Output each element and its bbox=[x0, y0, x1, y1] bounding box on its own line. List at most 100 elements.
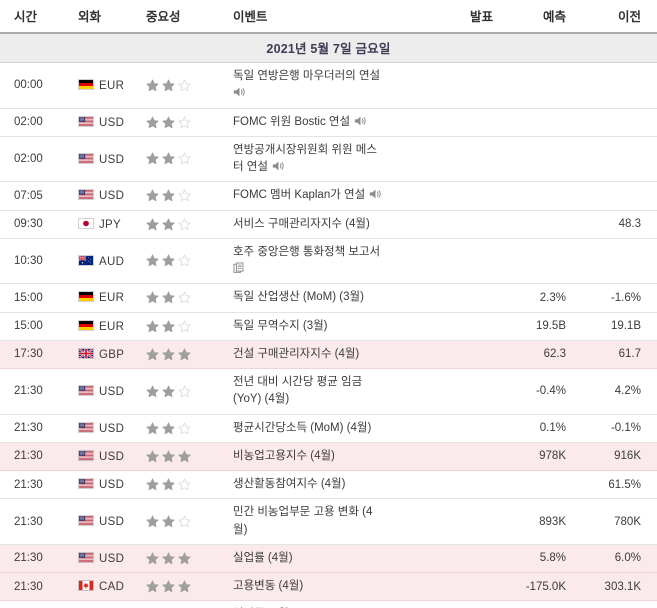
event-cell[interactable]: 독일 무역수지 (3월) bbox=[225, 312, 425, 341]
event-previous-value: 916K bbox=[580, 442, 657, 472]
importance-cell[interactable] bbox=[140, 340, 225, 370]
currency-code: GBP bbox=[99, 348, 125, 361]
speaker-icon[interactable] bbox=[233, 86, 246, 98]
importance-cell[interactable] bbox=[140, 572, 225, 602]
currency-cell: AUD bbox=[70, 238, 140, 285]
event-title-line2: 월) bbox=[233, 523, 248, 536]
star-filled-icon bbox=[162, 580, 175, 593]
column-header-importance[interactable]: 중요성 bbox=[140, 0, 225, 34]
importance-cell[interactable] bbox=[140, 442, 225, 472]
importance-cell[interactable] bbox=[140, 210, 225, 239]
table-row[interactable]: 21:30CAD 실업률 (4월) 7.8%7.5% bbox=[0, 600, 657, 608]
importance-stars bbox=[146, 320, 194, 333]
table-row[interactable]: 00:00 EUR 독일 연방은행 마우더러의 연설 bbox=[0, 62, 657, 109]
column-header-currency[interactable]: 외화 bbox=[70, 0, 140, 34]
event-cell[interactable]: 전년 대비 시간당 평균 임금 (YoY) (4월) bbox=[225, 368, 425, 415]
event-cell[interactable]: 평균시간당소득 (MoM) (4월) bbox=[225, 414, 425, 443]
table-row[interactable]: 21:30 USD 생산활동참여지수 (4월) 61.5% bbox=[0, 470, 657, 500]
event-cell[interactable]: 독일 연방은행 마우더러의 연설 bbox=[225, 62, 425, 109]
importance-cell[interactable] bbox=[140, 600, 225, 608]
table-row[interactable]: 02:00 USD 연방공개시장위원회 위원 메스 터 연설 bbox=[0, 136, 657, 183]
table-row[interactable]: 21:30 USD 실업률 (4월) 5.8% 6.0% bbox=[0, 544, 657, 574]
canada-flag bbox=[78, 580, 94, 592]
event-previous-value: -1.6% bbox=[580, 283, 657, 313]
table-row[interactable]: 07:05 USD FOMC 멤버 Kaplan가 연설 bbox=[0, 181, 657, 211]
star-empty-icon bbox=[178, 116, 191, 129]
event-time: 21:30 bbox=[0, 414, 70, 443]
event-cell[interactable]: 실업률 (4월) bbox=[225, 544, 425, 574]
event-cell[interactable]: 비농업고용지수 (4월) bbox=[225, 442, 425, 472]
table-row[interactable]: 15:00 EUR 독일 무역수지 (3월) 19.5B 19.1B bbox=[0, 312, 657, 341]
event-cell[interactable]: 서비스 구매관리자지수 (4월) bbox=[225, 210, 425, 239]
currency-code: USD bbox=[99, 153, 125, 166]
event-forecast-value bbox=[505, 62, 580, 109]
speaker-icon[interactable] bbox=[369, 188, 382, 200]
currency-cell: USD bbox=[70, 181, 140, 211]
star-filled-icon bbox=[178, 552, 191, 565]
importance-cell[interactable] bbox=[140, 312, 225, 341]
importance-stars bbox=[146, 385, 194, 398]
event-forecast-value: 62.3 bbox=[505, 340, 580, 370]
currency-cell: USD bbox=[70, 544, 140, 574]
table-row[interactable]: 21:30 USD 민간 비농업부문 고용 변화 (4 월) 893K 780K bbox=[0, 498, 657, 545]
speaker-icon[interactable] bbox=[272, 160, 285, 172]
event-title: FOMC 위원 Bostic 연설 bbox=[233, 115, 351, 128]
importance-cell[interactable] bbox=[140, 368, 225, 415]
importance-cell[interactable] bbox=[140, 544, 225, 574]
table-row[interactable]: 09:30 JPY 서비스 구매관리자지수 (4월) 48.3 bbox=[0, 210, 657, 239]
importance-cell[interactable] bbox=[140, 136, 225, 183]
event-actual-value bbox=[425, 62, 505, 109]
usa-flag bbox=[78, 449, 94, 461]
column-header-actual[interactable]: 발표 bbox=[425, 0, 505, 34]
star-filled-icon bbox=[146, 515, 159, 528]
star-empty-icon bbox=[178, 422, 191, 435]
event-cell[interactable]: 고용변동 (4월) bbox=[225, 572, 425, 602]
importance-cell[interactable] bbox=[140, 470, 225, 500]
currency-cell: CAD bbox=[70, 572, 140, 602]
importance-stars bbox=[146, 348, 194, 361]
table-row[interactable]: 21:30 CAD 고용변동 (4월) -175.0K 303.1K bbox=[0, 572, 657, 602]
importance-cell[interactable] bbox=[140, 238, 225, 285]
event-forecast-value: 7.8% bbox=[505, 600, 580, 608]
event-previous-value: 7.5% bbox=[580, 600, 657, 608]
importance-cell[interactable] bbox=[140, 108, 225, 137]
event-cell[interactable]: 연방공개시장위원회 위원 메스 터 연설 bbox=[225, 136, 425, 183]
document-icon[interactable] bbox=[233, 262, 246, 274]
event-cell[interactable]: FOMC 위원 Bostic 연설 bbox=[225, 108, 425, 137]
event-cell[interactable]: 건설 구매관리자지수 (4월) bbox=[225, 340, 425, 370]
column-header-previous[interactable]: 이전 bbox=[580, 0, 657, 34]
column-header-forecast[interactable]: 예측 bbox=[505, 0, 580, 34]
importance-cell[interactable] bbox=[140, 62, 225, 109]
importance-stars bbox=[146, 450, 194, 463]
table-row[interactable]: 02:00 USD FOMC 위원 Bostic 연설 bbox=[0, 108, 657, 137]
event-time: 21:30 bbox=[0, 498, 70, 545]
star-filled-icon bbox=[146, 152, 159, 165]
event-cell[interactable]: 생산활동참여지수 (4월) bbox=[225, 470, 425, 500]
currency-code: AUD bbox=[99, 255, 125, 268]
table-row[interactable]: 10:30 AUD 호주 중앙은행 통화정책 보고서 bbox=[0, 238, 657, 285]
event-cell[interactable]: 민간 비농업부문 고용 변화 (4 월) bbox=[225, 498, 425, 545]
importance-cell[interactable] bbox=[140, 414, 225, 443]
table-row[interactable]: 21:30 USD 평균시간당소득 (MoM) (4월) 0.1% -0.1% bbox=[0, 414, 657, 443]
importance-cell[interactable] bbox=[140, 181, 225, 211]
event-cell[interactable]: 호주 중앙은행 통화정책 보고서 bbox=[225, 238, 425, 285]
speaker-icon[interactable] bbox=[354, 115, 367, 127]
table-row[interactable]: 15:00 EUR 독일 산업생산 (MoM) (3월) 2.3% -1.6% bbox=[0, 283, 657, 313]
table-row[interactable]: 17:30 GBP 건설 구매관리자지수 (4월) 62.3 61.7 bbox=[0, 340, 657, 370]
importance-cell[interactable] bbox=[140, 283, 225, 313]
event-actual-value bbox=[425, 572, 505, 602]
column-header-event[interactable]: 이벤트 bbox=[225, 0, 425, 34]
event-cell[interactable]: FOMC 멤버 Kaplan가 연설 bbox=[225, 181, 425, 211]
column-header-time[interactable]: 시간 bbox=[0, 0, 70, 34]
economic-calendar: 시간 외화 중요성 이벤트 발표 예측 이전 2021년 5월 7일 금요일 0… bbox=[0, 0, 657, 608]
usa-flag bbox=[78, 115, 94, 127]
event-cell[interactable]: 독일 산업생산 (MoM) (3월) bbox=[225, 283, 425, 313]
event-forecast-value bbox=[505, 470, 580, 500]
table-row[interactable]: 21:30 USD 전년 대비 시간당 평균 임금 (YoY) (4월) -0.4% 4.… bbox=[0, 368, 657, 415]
event-cell[interactable]: 실업률 (4월) bbox=[225, 600, 425, 608]
event-time: 15:00 bbox=[0, 312, 70, 341]
table-row[interactable]: 21:30 USD 비농업고용지수 (4월) 978K 916K bbox=[0, 442, 657, 472]
event-forecast-value: 19.5B bbox=[505, 312, 580, 341]
event-forecast-value: -0.4% bbox=[505, 368, 580, 415]
importance-cell[interactable] bbox=[140, 498, 225, 545]
